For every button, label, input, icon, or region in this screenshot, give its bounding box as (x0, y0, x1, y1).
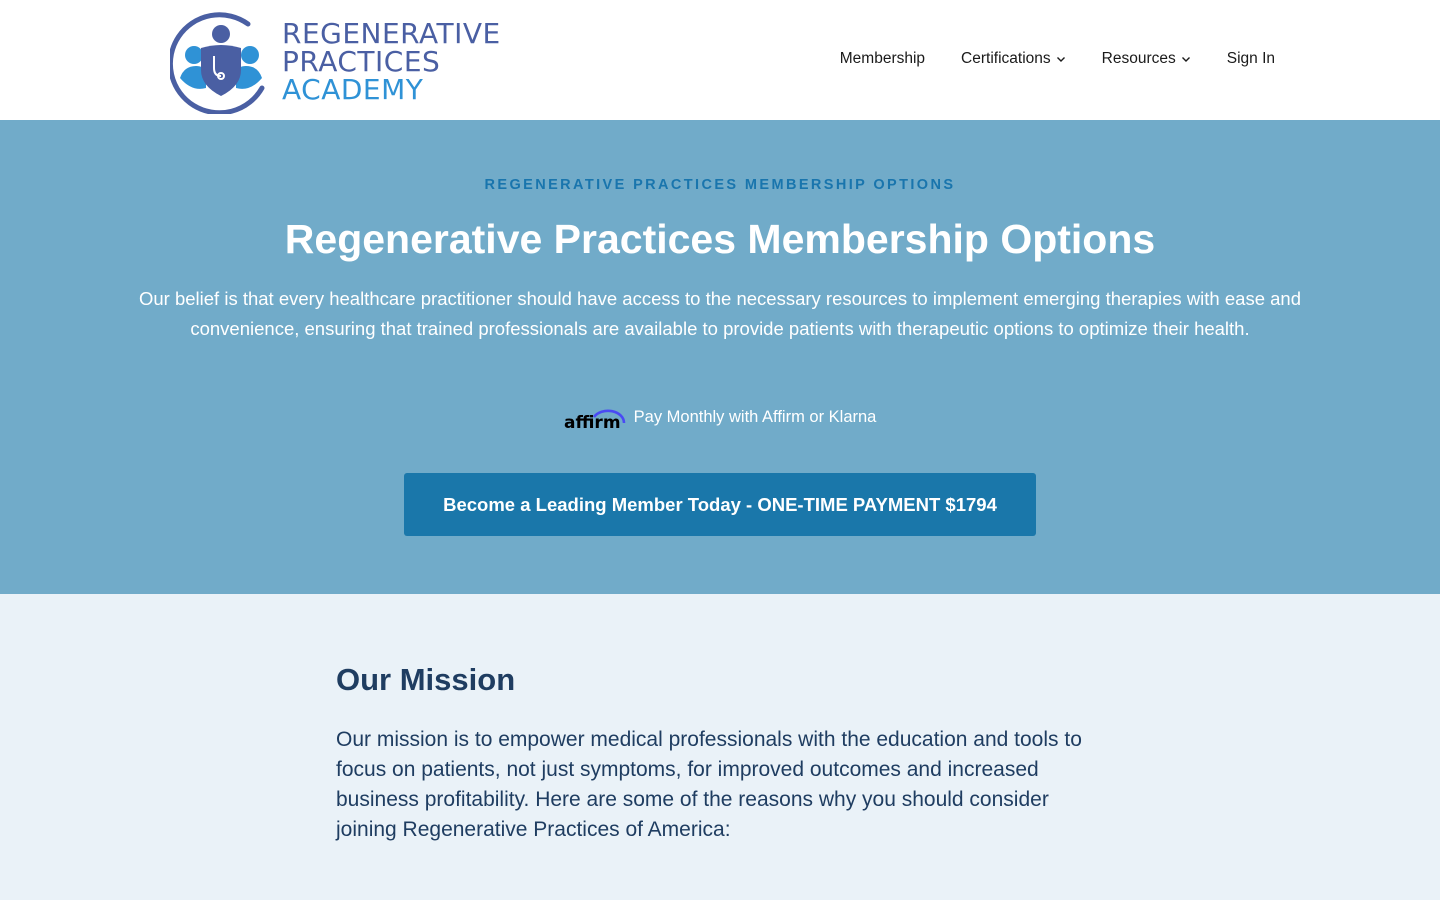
logo-wordmark: REGENERATIVE PRACTICES ACADEMY (282, 20, 501, 104)
logo-line-1: REGENERATIVE (282, 17, 501, 50)
site-header: REGENERATIVE PRACTICES ACADEMY Membershi… (0, 0, 1440, 120)
financing-note: affirm Pay Monthly with Affirm or Klarna (0, 403, 1440, 432)
affirm-logo-text: affirm (564, 413, 621, 431)
membership-hero: REGENERATIVE PRACTICES MEMBERSHIP OPTION… (0, 120, 1440, 594)
become-member-button[interactable]: Become a Leading Member Today - ONE-TIME… (404, 473, 1036, 536)
nav-resources-label: Resources (1101, 50, 1176, 67)
page-title: Regenerative Practices Membership Option… (284, 216, 1156, 262)
nav-certifications-label: Certifications (961, 50, 1051, 67)
nav-sign-in-label: Sign In (1226, 50, 1275, 67)
chevron-down-icon (1181, 57, 1190, 62)
medical-team-shield-icon (170, 12, 265, 114)
nav-resources[interactable]: Resources (1102, 50, 1191, 68)
main-nav: Membership Certifications Resources Sign… (840, 44, 1275, 74)
site-logo[interactable]: REGENERATIVE PRACTICES ACADEMY (170, 10, 500, 114)
mission-title: Our Mission (336, 662, 516, 697)
hero-description: Our belief is that every healthcare prac… (138, 288, 1301, 339)
mission-text: Our mission is to empower medical profes… (336, 728, 1082, 841)
hero-eyebrow: REGENERATIVE PRACTICES MEMBERSHIP OPTION… (484, 177, 956, 193)
mission-section: Our Mission Our mission is to empower me… (0, 594, 1440, 900)
logo-line-2: PRACTICES (282, 45, 441, 78)
affirm-text: Pay Monthly with Affirm or Klarna (633, 407, 877, 426)
affirm-logo-icon: affirm (564, 409, 625, 431)
nav-certifications[interactable]: Certifications (961, 50, 1066, 68)
logo-line-3: ACADEMY (282, 73, 424, 106)
nav-sign-in[interactable]: Sign In (1227, 50, 1275, 68)
nav-membership[interactable]: Membership (840, 50, 925, 68)
chevron-down-icon (1056, 57, 1065, 62)
nav-membership-label: Membership (839, 50, 926, 67)
